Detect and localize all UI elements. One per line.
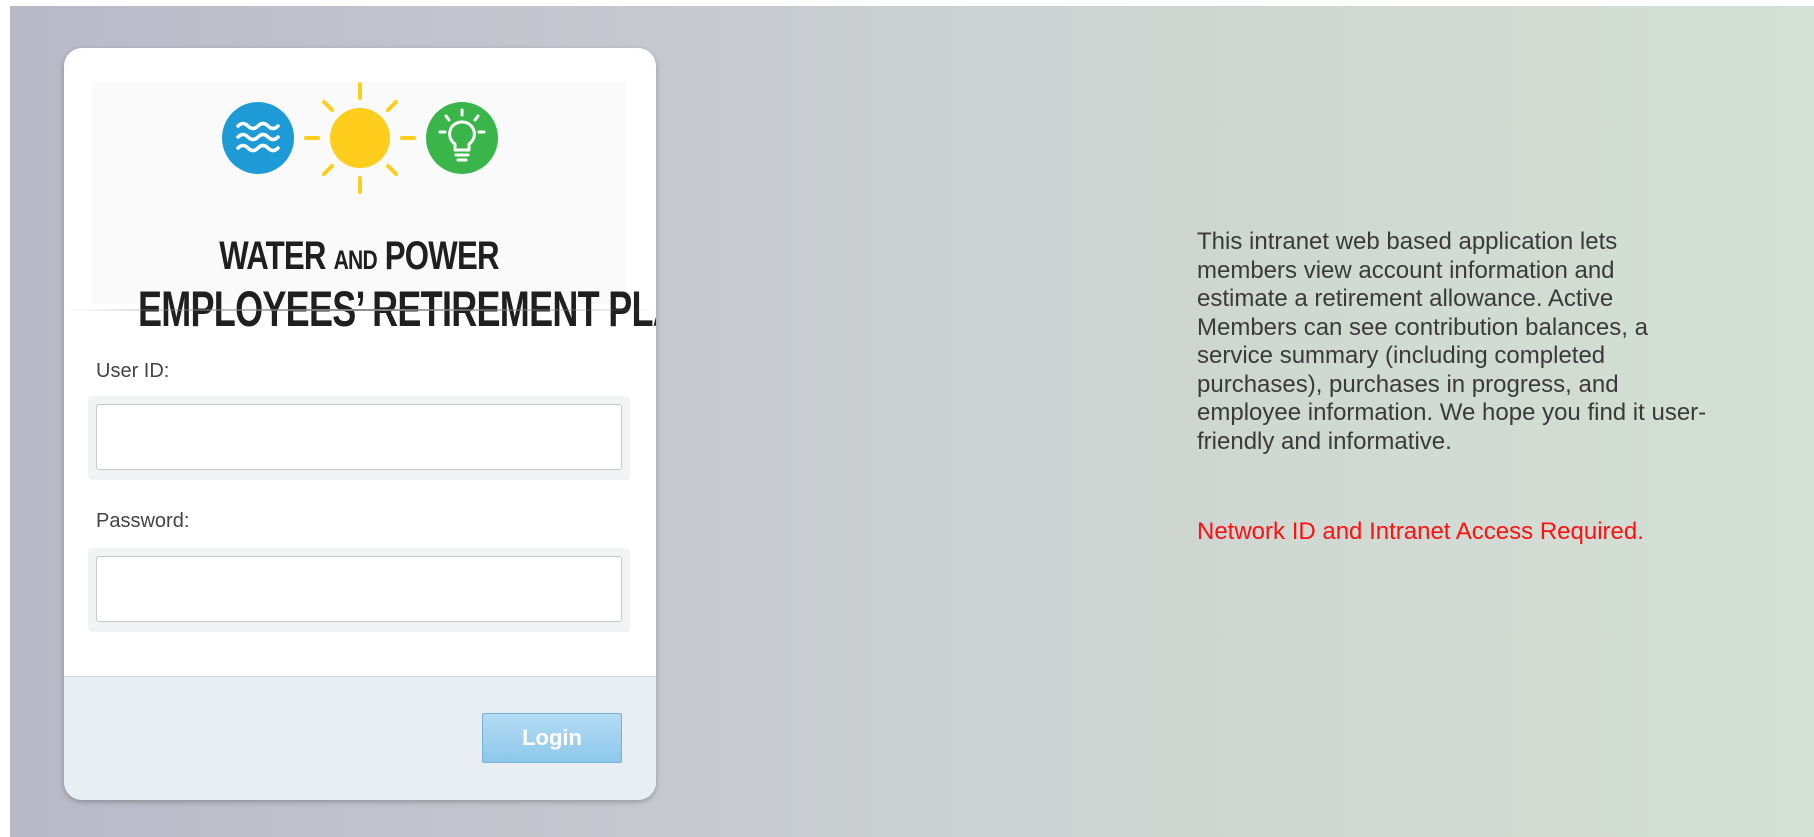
top-edge [0, 0, 1814, 6]
logo-divider [64, 309, 656, 311]
left-edge [0, 0, 10, 837]
logo-word-power: POWER [384, 234, 500, 278]
user-id-label: User ID: [96, 360, 170, 382]
login-card: WATER AND POWER EMPLOYEES’ RETIREMENT PL… [64, 48, 656, 800]
water-waves-icon [222, 102, 294, 174]
sun-icon [304, 82, 416, 194]
logo-word-and: AND [333, 245, 378, 275]
lightbulb-icon [426, 102, 498, 174]
logo: WATER AND POWER EMPLOYEES’ RETIREMENT PL… [92, 82, 656, 337]
user-id-field-wrapper [88, 396, 630, 480]
password-label: Password: [96, 510, 190, 532]
login-card-footer: Login [64, 676, 656, 800]
app-description: This intranet web based application lets… [1197, 228, 1707, 455]
logo-title-line1: WATER AND POWER [151, 234, 568, 279]
logo-icons [222, 82, 498, 194]
password-input[interactable] [96, 556, 622, 622]
login-button[interactable]: Login [482, 713, 622, 763]
access-warning: Network ID and Intranet Access Required. [1197, 518, 1644, 545]
user-id-input[interactable] [96, 404, 622, 470]
password-field-wrapper [88, 548, 630, 632]
logo-word-water: WATER [219, 234, 326, 278]
